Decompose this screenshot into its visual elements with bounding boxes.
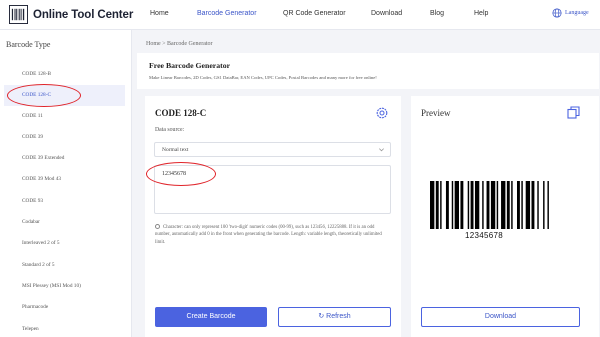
barcode-bar (460, 181, 464, 229)
page-description: Make Linear Barcodes, 2D Codes, GS1 Data… (149, 75, 377, 80)
barcode-bar (440, 181, 442, 229)
data-source-value: Normal text (162, 147, 189, 153)
nav-barcode-generator[interactable]: Barcode Generator (197, 10, 257, 17)
sidebar-item-code-39-extended[interactable]: CODE 39 Extended (22, 155, 64, 161)
barcode-bar (543, 181, 545, 229)
character-info: Character: can only represent 100 'two-d… (155, 224, 391, 246)
settings-gear-icon[interactable] (376, 107, 388, 119)
barcode-image (430, 181, 549, 229)
nav-blog[interactable]: Blog (430, 10, 444, 17)
data-source-select[interactable]: Normal text (154, 142, 391, 157)
sidebar-title: Barcode Type (6, 40, 51, 49)
barcode-bar (501, 181, 506, 229)
barcode-bar (451, 181, 454, 229)
barcode-bar (454, 181, 459, 229)
create-barcode-button[interactable]: Create Barcode (155, 307, 267, 327)
nav-home[interactable]: Home (150, 10, 169, 17)
barcode-logo-icon (9, 5, 28, 24)
barcode-bar (430, 181, 435, 229)
nav-qr-code-generator[interactable]: QR Code Generator (283, 10, 346, 17)
refresh-button[interactable]: ↻ Refresh (278, 307, 391, 327)
refresh-icon: ↻ (318, 313, 327, 320)
barcode-bar (537, 181, 539, 229)
sidebar-item-pharmacode[interactable]: Pharmacode (22, 304, 48, 310)
page-banner: Free Barcode Generator Make Linear Barco… (137, 53, 599, 89)
chevron-down-icon (379, 148, 384, 152)
barcode-bar (470, 181, 474, 229)
sidebar-item-code-39-mod-43[interactable]: CODE 39 Mod 43 (22, 176, 61, 182)
sidebar-item-msi-plessey[interactable]: MSI Plessey (MSI Mod 10) (22, 283, 81, 289)
top-navigation-bar: Online Tool Center Home Barcode Generato… (0, 0, 600, 30)
barcode-bar (525, 181, 531, 229)
data-source-label: Data source: (155, 127, 185, 133)
barcode-bar (490, 181, 496, 229)
barcode-human-readable-text: 12345678 (465, 231, 503, 240)
sidebar-item-code-93[interactable]: CODE 93 (22, 198, 43, 204)
breadcrumb: Home > Barcode Generator (146, 41, 213, 47)
barcode-bar (531, 181, 535, 229)
barcode-bar (517, 181, 520, 229)
sidebar-item-code-128-b[interactable]: CODE 128-B (22, 71, 51, 77)
character-info-text: Character: can only represent 100 'two-d… (155, 225, 382, 245)
logo-text: Online Tool Center (33, 8, 134, 21)
language-selector[interactable]: Language (552, 8, 589, 18)
sidebar-item-standard-2-of-5[interactable]: Standard 2 of 5 (22, 262, 55, 268)
sidebar-item-code-11[interactable]: CODE 11 (22, 113, 43, 119)
annotation-circle-input-value (146, 162, 216, 186)
generator-panel: CODE 128-C Data source: Normal text 1234… (145, 96, 401, 337)
page-title: Free Barcode Generator (149, 61, 231, 70)
annotation-circle-selected-type (7, 84, 81, 107)
sidebar-item-telepen[interactable]: Telepen (22, 326, 39, 332)
barcode-bar (496, 181, 499, 229)
globe-icon (552, 8, 562, 18)
sidebar-item-interleaved-2-of-5[interactable]: Interleaved 2 of 5 (22, 240, 60, 246)
sidebar-item-codabar[interactable]: Codabar (22, 219, 40, 225)
preview-panel: Preview 12345678 Download (411, 96, 599, 337)
barcode-bar (435, 181, 439, 229)
site-logo[interactable]: Online Tool Center (9, 5, 133, 24)
refresh-label: Refresh (326, 313, 351, 320)
barcode-bar (511, 181, 513, 229)
barcode-bar (482, 181, 484, 229)
barcode-bar (486, 181, 490, 229)
barcode-bar (467, 181, 470, 229)
info-icon (155, 224, 160, 229)
sidebar-item-code-39[interactable]: CODE 39 (22, 134, 43, 140)
barcode-bar (547, 181, 549, 229)
language-label: Language (565, 10, 589, 16)
barcode-type-title: CODE 128-C (155, 108, 207, 118)
barcode-type-sidebar: Barcode Type CODE 128-B CODE 128-C CODE … (0, 30, 132, 337)
barcode-bar (445, 181, 449, 229)
barcode-bar (521, 181, 523, 229)
nav-help[interactable]: Help (474, 10, 488, 17)
copy-icon[interactable] (567, 106, 580, 119)
barcode-bar (474, 181, 480, 229)
nav-download[interactable]: Download (371, 10, 402, 17)
download-button[interactable]: Download (421, 307, 580, 327)
barcode-bar (506, 181, 510, 229)
preview-title: Preview (421, 108, 451, 118)
